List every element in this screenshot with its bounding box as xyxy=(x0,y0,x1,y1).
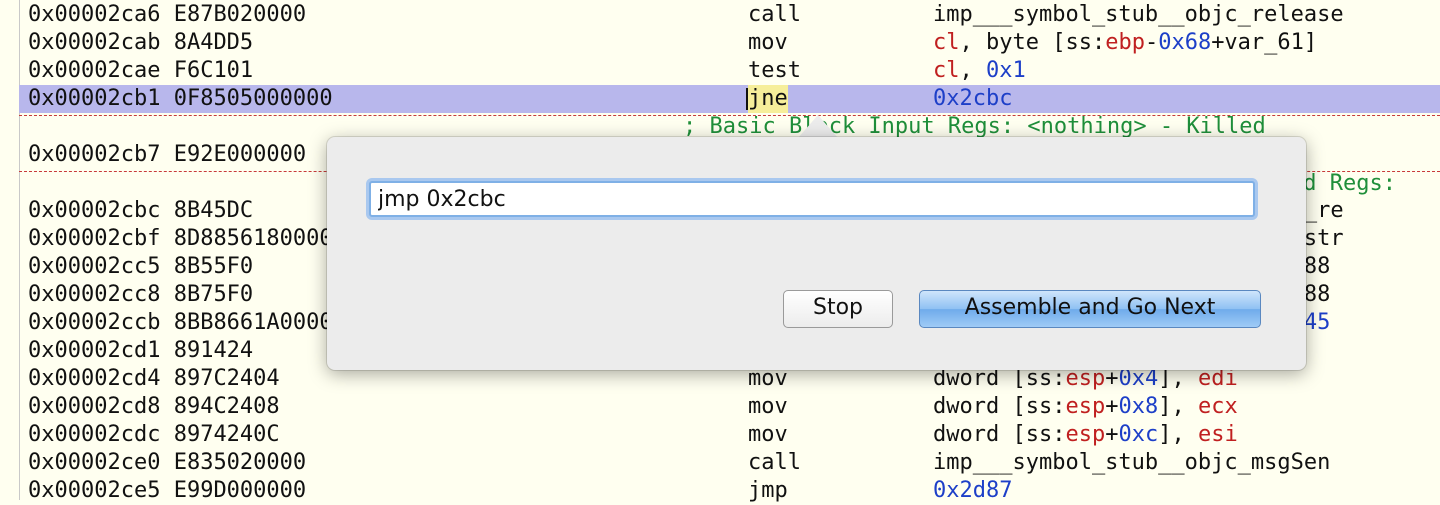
instruction-operands: dword [ss:esp+0x8], ecx xyxy=(933,394,1238,419)
stop-button[interactable]: Stop xyxy=(783,290,893,328)
instruction-operands: cl, 0x1 xyxy=(933,58,1026,83)
instruction-row[interactable]: 0x00002ce0 E835020000 call imp___symbol_… xyxy=(19,449,1440,477)
instruction-address: 0x00002cc8 8B75F0 xyxy=(28,282,254,307)
instruction-row-selected[interactable]: 0x00002cb1 0F8505000000 jne 0x2cbc xyxy=(19,85,1440,113)
instruction-mnemonic: jmp xyxy=(748,478,788,503)
instruction-address: 0x00002cd4 897C2404 xyxy=(28,366,280,391)
popover-arrow xyxy=(798,115,838,138)
instruction-mnemonic: mov xyxy=(748,394,788,419)
instruction-mnemonic: test xyxy=(748,58,801,83)
instruction-address: 0x00002cbc 8B45DC xyxy=(28,198,254,223)
instruction-operands: 0x2cbc xyxy=(933,86,1013,111)
instruction-address: 0x00002cb1 0F8505000000 xyxy=(28,86,333,111)
instruction-row[interactable]: 0x00002cd8 894C2408 mov dword [ss:esp+0x… xyxy=(19,393,1440,421)
instruction-address: 0x00002cbf 8D8856180000 xyxy=(28,226,333,251)
instruction-operands: imp___symbol_stub__objc_release xyxy=(933,2,1344,27)
instruction-operands: dword [ss:esp+0xc], esi xyxy=(933,422,1238,447)
instruction-address: 0x00002cc5 8B55F0 xyxy=(28,254,254,279)
instruction-row[interactable]: 0x00002ca6 E87B020000 call imp___symbol_… xyxy=(19,1,1440,29)
instruction-row[interactable]: 0x00002ce5 E99D000000 jmp 0x2d87 xyxy=(19,477,1440,505)
instruction-address: 0x00002cd8 894C2408 xyxy=(28,394,280,419)
instruction-row[interactable]: 0x00002cab 8A4DD5 mov cl, byte [ss:ebp-0… xyxy=(19,29,1440,57)
assembly-input[interactable] xyxy=(369,181,1255,217)
instruction-address: 0x00002ce0 E835020000 xyxy=(28,450,307,475)
instruction-address: 0x00002cae F6C101 xyxy=(28,58,254,83)
instruction-operands: imp___symbol_stub__objc_msgSen xyxy=(933,450,1331,475)
instruction-address: 0x00002ca6 E87B020000 xyxy=(28,2,307,27)
instruction-mnemonic: mov xyxy=(748,422,788,447)
instruction-address: 0x00002ccb 8BB8661A0000 xyxy=(28,310,333,335)
assemble-popover: Stop Assemble and Go Next xyxy=(327,137,1306,370)
instruction-operands: 0x2d87 xyxy=(933,478,1013,503)
instruction-address: 0x00002cb7 E92E000000 xyxy=(28,142,307,167)
instruction-address: 0x00002cd1 891424 xyxy=(28,338,254,363)
listing-gutter xyxy=(0,0,20,500)
instruction-address: 0x00002ce5 E99D000000 xyxy=(28,478,307,503)
instruction-address: 0x00002cdc 8974240C xyxy=(28,422,280,447)
instruction-address: 0x00002cab 8A4DD5 xyxy=(28,30,254,55)
instruction-mnemonic: mov xyxy=(748,30,788,55)
instruction-operands: cl, byte [ss:ebp-0x68+var_61] xyxy=(933,30,1318,55)
instruction-row[interactable]: 0x00002cdc 8974240C mov dword [ss:esp+0x… xyxy=(19,421,1440,449)
instruction-row[interactable]: 0x00002cae F6C101 test cl, 0x1 xyxy=(19,57,1440,85)
instruction-mnemonic: call xyxy=(748,450,801,475)
instruction-mnemonic: jne xyxy=(748,85,788,113)
assemble-and-go-next-button[interactable]: Assemble and Go Next xyxy=(919,290,1261,328)
instruction-mnemonic: call xyxy=(748,2,801,27)
